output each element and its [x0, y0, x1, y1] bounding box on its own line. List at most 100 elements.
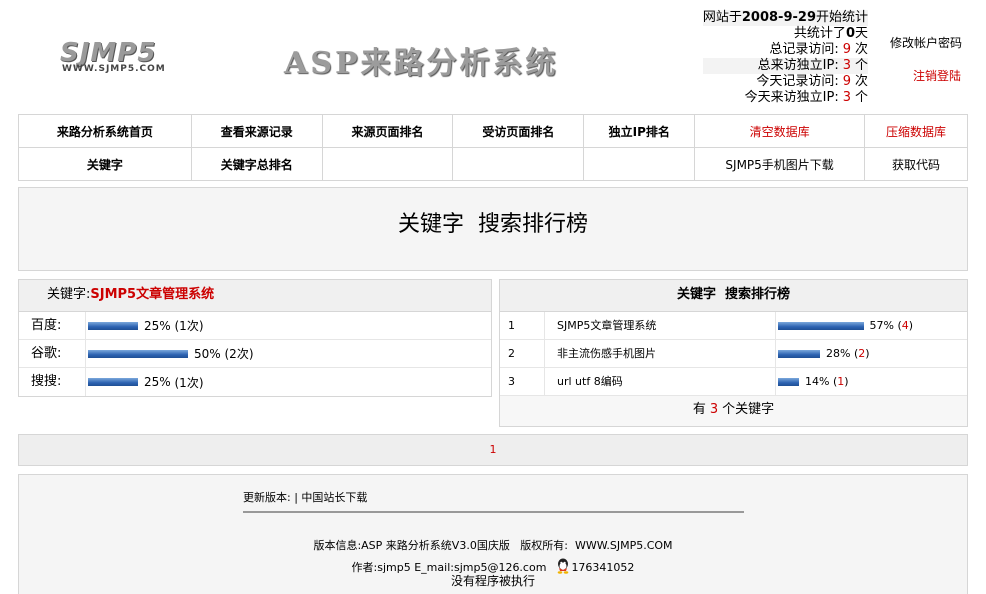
stats-days-suffix: 天 — [854, 26, 868, 41]
keyword-value: SJMP5文章管理系统 — [90, 287, 215, 302]
nav-table: 来路分析系统首页 查看来源记录 来源页面排名 受访页面排名 独立IP排名 清空数… — [18, 114, 968, 181]
stats-total-visits-label: 总记录访问: — [769, 42, 839, 57]
nav-row-1: 来路分析系统首页 查看来源记录 来源页面排名 受访页面排名 独立IP排名 清空数… — [18, 114, 968, 148]
stats-total-visits-unit: 次 — [854, 42, 868, 57]
nav-row-2: 关键字 关键字总排名 SJMP5手机图片下载 获取代码 — [18, 147, 968, 181]
ranking-count: 4 — [901, 319, 909, 332]
engine-name: 谷歌: — [19, 340, 86, 367]
stats-today-ip-label: 今天来访独立IP: — [744, 90, 839, 105]
ranking-total-count: 3 — [709, 402, 719, 417]
ranking-index: 1 — [500, 312, 545, 339]
nav-empty-cell — [583, 147, 696, 181]
engine-bar — [88, 349, 188, 358]
stats-start-suffix: 开始统计 — [815, 10, 868, 25]
engine-value: 25% (1次) — [86, 374, 204, 391]
ranking-index: 2 — [500, 340, 545, 367]
engine-bar — [88, 321, 138, 330]
stats-start-line: 网站于2008-9-29开始统计 — [702, 10, 868, 26]
nav-keyword-total-rank[interactable]: 关键字总排名 — [190, 147, 323, 181]
pagination: 1 — [18, 434, 968, 466]
ranking-row: 2 非主流伤感手机图片 28% (2) — [500, 340, 967, 368]
stats-today-ip: 今天来访独立IP: 3 个 — [703, 90, 868, 106]
logo-url: WWW.SJMP5.COM — [62, 64, 166, 74]
page-title: 关键字 搜索排行榜 — [398, 212, 588, 237]
page-number[interactable]: 1 — [490, 443, 497, 456]
stats-start-date: 2008-9-29 — [741, 10, 816, 25]
engine-value: 50% (2次) — [86, 345, 254, 362]
engine-bar — [88, 378, 138, 386]
no-program-executed: 没有程序被执行 — [450, 574, 535, 588]
ranking-keyword[interactable]: url utf 8编码 — [545, 368, 776, 395]
ranking-count: 1 — [837, 375, 845, 388]
stats-today-visits: 今天记录访问: 9 次 — [703, 74, 868, 90]
update-info[interactable]: 更新版本: | 中国站长下载 — [243, 489, 367, 505]
nav-keywords[interactable]: 关键字 — [18, 147, 192, 181]
nav-source-records[interactable]: 查看来源记录 — [190, 114, 323, 148]
change-password-link[interactable]: 修改帐户密码 — [890, 34, 962, 51]
ranking-count: 2 — [858, 347, 866, 360]
ranking-index: 3 — [500, 368, 545, 395]
nav-home[interactable]: 来路分析系统首页 — [18, 114, 192, 148]
footer: 更新版本: | 中国站长下载 版本信息:ASP 来路分析系统V3.0国庆版 版权… — [18, 474, 968, 594]
engine-value: 25% (1次) — [86, 317, 204, 334]
engine-row: 谷歌: 50% (2次) — [19, 340, 491, 368]
keyword-detail-header: 关键字:SJMP5文章管理系统 — [19, 280, 491, 312]
stats-today-visits-label: 今天记录访问: — [756, 74, 839, 89]
ranking-row: 3 url utf 8编码 14% (1) — [500, 368, 967, 396]
stats-today-visits-value: 9 — [842, 74, 851, 89]
site-logo: SJMP5 WWW.SJMP5.COM — [60, 38, 172, 78]
stats-total-ip-label: 总来访独立IP: — [757, 58, 839, 73]
stats-today-visits-unit: 次 — [854, 74, 868, 89]
nav-empty-cell — [321, 147, 454, 181]
ranking-header: 关键字 搜索排行榜 — [500, 280, 967, 312]
nav-compress-database[interactable]: 压缩数据库 — [864, 114, 968, 148]
engine-row: 百度: 25% (1次) — [19, 312, 491, 340]
stats-days-line: 共统计了0天 — [703, 26, 868, 42]
engine-count: (1次) — [174, 319, 204, 333]
nav-visited-page-rank[interactable]: 受访页面排名 — [452, 114, 585, 148]
logout-link[interactable]: 注销登陆 — [913, 67, 961, 84]
stats-today-ip-unit: 个 — [854, 90, 868, 105]
engine-row: 搜搜: 25% (1次) — [19, 368, 491, 396]
ranking-bar — [778, 377, 799, 386]
stats-total-ip-value: 3 — [842, 58, 851, 73]
ranking-percent-cell: 57% (4) — [776, 319, 913, 332]
system-title: ASP来路分析系统 — [284, 46, 559, 81]
engine-name: 搜搜: — [19, 368, 86, 396]
ranking-keyword[interactable]: SJMP5文章管理系统 — [545, 312, 776, 339]
stats-start-prefix: 网站于 — [702, 10, 742, 25]
nav-source-page-rank[interactable]: 来源页面排名 — [321, 114, 454, 148]
ranking-percent-cell: 28% (2) — [776, 347, 870, 360]
engine-percent: 25% — [144, 318, 171, 333]
footer-divider — [243, 511, 744, 513]
page-banner: 关键字 搜索排行榜 — [18, 187, 968, 271]
ranking-row: 1 SJMP5文章管理系统 57% (4) — [500, 312, 967, 340]
engine-name: 百度: — [19, 312, 86, 339]
ranking-percent-cell: 14% (1) — [776, 375, 849, 388]
ranking-percent: 28% — [826, 347, 851, 360]
keyword-label: 关键字: — [47, 287, 91, 302]
engine-percent: 50% — [194, 346, 221, 361]
ranking-percent: 14% — [805, 375, 830, 388]
nav-mobile-pictures[interactable]: SJMP5手机图片下载 — [694, 147, 866, 181]
keyword-ranking-panel: 关键字 搜索排行榜 1 SJMP5文章管理系统 57% (4) 2 非主流伤感手… — [499, 279, 968, 427]
stats-total-visits: 总记录访问: 9 次 — [703, 42, 868, 58]
ranking-total-prefix: 有 — [692, 402, 706, 417]
version-info: 版本信息:ASP 来路分析系统V3.0国庆版 版权所有: WWW.SJMP5.C… — [313, 539, 673, 552]
nav-empty-cell — [452, 147, 585, 181]
nav-get-code[interactable]: 获取代码 — [864, 147, 968, 181]
ranking-keyword[interactable]: 非主流伤感手机图片 — [545, 340, 776, 367]
stats-today-ip-value: 3 — [842, 90, 851, 105]
ranking-total: 有 3 个关键字 — [500, 396, 967, 426]
engine-percent: 25% — [144, 375, 171, 389]
engine-count: (1次) — [174, 375, 204, 390]
nav-clear-database[interactable]: 清空数据库 — [694, 114, 866, 148]
ranking-percent: 57% — [869, 319, 894, 332]
ranking-total-suffix: 个关键字 — [722, 402, 775, 417]
keyword-detail-panel: 关键字:SJMP5文章管理系统 百度: 25% (1次) 谷歌: 50% (2次… — [18, 279, 492, 397]
nav-ip-rank[interactable]: 独立IP排名 — [583, 114, 696, 148]
stats-total-visits-value: 9 — [842, 42, 851, 57]
stats-days: 0 — [845, 26, 855, 41]
ranking-bar — [778, 321, 864, 330]
ranking-bar — [778, 349, 820, 358]
